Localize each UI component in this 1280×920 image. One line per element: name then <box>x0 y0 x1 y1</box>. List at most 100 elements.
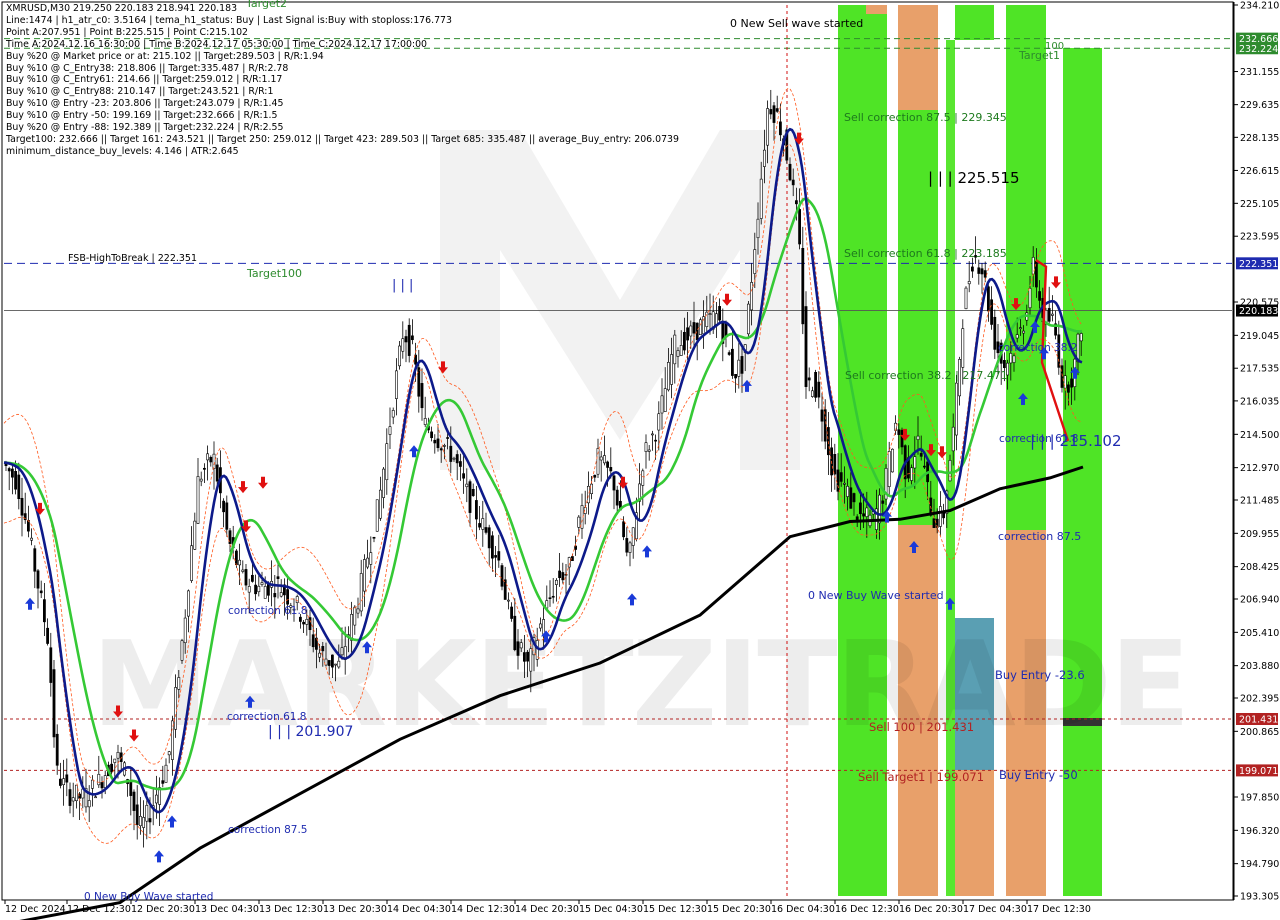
annotation-label: correction 38.2 <box>998 342 1077 354</box>
candle <box>11 468 14 478</box>
annotation-label: Sell correction 38.2 | 217.471 <box>845 369 1008 382</box>
candle <box>330 654 334 668</box>
info-line: Point A:207.951 | Point B:225.515 | Poin… <box>6 26 249 38</box>
y-tick-label: 223.595 <box>1240 232 1279 243</box>
candle <box>513 615 517 651</box>
annotation-label: 0 New Buy Wave started <box>84 891 213 903</box>
candle <box>430 431 434 439</box>
candle <box>977 267 981 274</box>
candle <box>433 439 437 444</box>
y-tick-label: 214.500 <box>1240 430 1279 441</box>
watermark-text: MARKETZITRADE <box>92 615 1189 753</box>
annotation-label: Target100 <box>246 267 302 280</box>
candle <box>846 486 850 497</box>
candle <box>215 464 219 482</box>
annotation-label: 0 New Buy Wave started <box>808 589 944 602</box>
candle <box>526 651 530 662</box>
x-tick-label: 12 Dec 20:30 <box>131 904 195 915</box>
candle <box>522 652 526 662</box>
annotation-label: correction 87.5 <box>228 824 307 836</box>
y-tick-label: 217.535 <box>1240 364 1279 375</box>
candle <box>887 451 891 487</box>
candle <box>823 409 827 442</box>
candle <box>698 319 702 336</box>
annotation-label: correction 61.8 <box>228 605 307 617</box>
y-tick-label: 228.135 <box>1240 133 1279 144</box>
annotation-label: FSB-HighToBreak | 222.351 <box>68 253 197 264</box>
candle <box>554 579 558 585</box>
candle <box>62 778 66 786</box>
candle <box>87 800 91 808</box>
y-tick-label: 229.635 <box>1240 100 1279 111</box>
bearish-zone <box>866 5 887 14</box>
candle <box>286 589 290 605</box>
y-tick-label: 194.790 <box>1240 859 1279 870</box>
candle <box>68 789 72 806</box>
annotation-label: | | | 201.907 <box>268 724 353 740</box>
candle <box>673 334 677 365</box>
candle <box>145 805 149 822</box>
candle <box>340 647 344 656</box>
annotation-label: Sell 100 | 201.431 <box>869 720 974 734</box>
candle <box>900 429 904 448</box>
candle <box>1067 384 1070 393</box>
candle <box>174 687 178 730</box>
candle <box>327 660 331 666</box>
candle <box>135 804 139 826</box>
candle <box>391 410 395 418</box>
candle <box>590 483 594 494</box>
candle <box>772 105 776 123</box>
candle <box>167 751 171 756</box>
price-tag-label: 232.224 <box>1239 44 1278 55</box>
candle <box>305 618 309 625</box>
candle <box>337 660 341 668</box>
x-tick-label: 17 Dec 04:30 <box>963 904 1027 915</box>
candle <box>657 413 661 431</box>
candle <box>1002 360 1006 369</box>
candle <box>913 456 917 469</box>
candle <box>663 388 667 412</box>
candle <box>586 485 590 504</box>
price-tag-label: 199.071 <box>1239 766 1278 777</box>
x-tick-label: 12 Dec 2024 <box>5 904 66 915</box>
annotation-label: correction 87.5 <box>998 530 1081 543</box>
candle <box>839 472 843 482</box>
candle <box>187 590 190 617</box>
candle <box>394 370 398 399</box>
candle <box>890 448 894 473</box>
candle <box>644 442 648 452</box>
candle <box>609 467 613 472</box>
candle <box>718 306 722 321</box>
candle <box>676 350 680 357</box>
candle <box>964 287 968 310</box>
candle <box>910 467 914 481</box>
info-panel: XMRUSD,M30 219.250 220.183 218.941 220.1… <box>6 3 679 158</box>
candle <box>794 200 798 205</box>
y-tick-label: 226.615 <box>1240 166 1279 177</box>
annotation-label: Sell correction 87.5 | 229.345 <box>844 111 1007 124</box>
y-tick-label: 234.210 <box>1240 1 1279 12</box>
candle <box>916 435 920 440</box>
candle <box>538 623 542 629</box>
candle <box>190 545 194 581</box>
candle <box>420 383 424 409</box>
candle <box>251 574 254 582</box>
candle <box>788 163 792 181</box>
info-line: Buy %20 @ Market price or at: 215.102 ||… <box>6 50 324 62</box>
candle <box>442 445 446 447</box>
x-tick-label: 14 Dec 12:30 <box>451 904 515 915</box>
candle <box>478 523 482 528</box>
candle <box>737 359 741 377</box>
x-tick-label: 12 Dec 12:30 <box>67 904 131 915</box>
candle <box>148 818 152 823</box>
info-line: Buy %10 @ Entry -23: 203.806 || Target:2… <box>6 98 284 110</box>
candle <box>961 328 965 368</box>
candle <box>177 677 181 690</box>
candle <box>193 520 197 550</box>
candle <box>75 784 78 802</box>
candle <box>500 565 504 587</box>
candle <box>980 268 984 275</box>
candle <box>516 641 520 656</box>
candle <box>481 518 485 530</box>
candle <box>599 456 603 461</box>
